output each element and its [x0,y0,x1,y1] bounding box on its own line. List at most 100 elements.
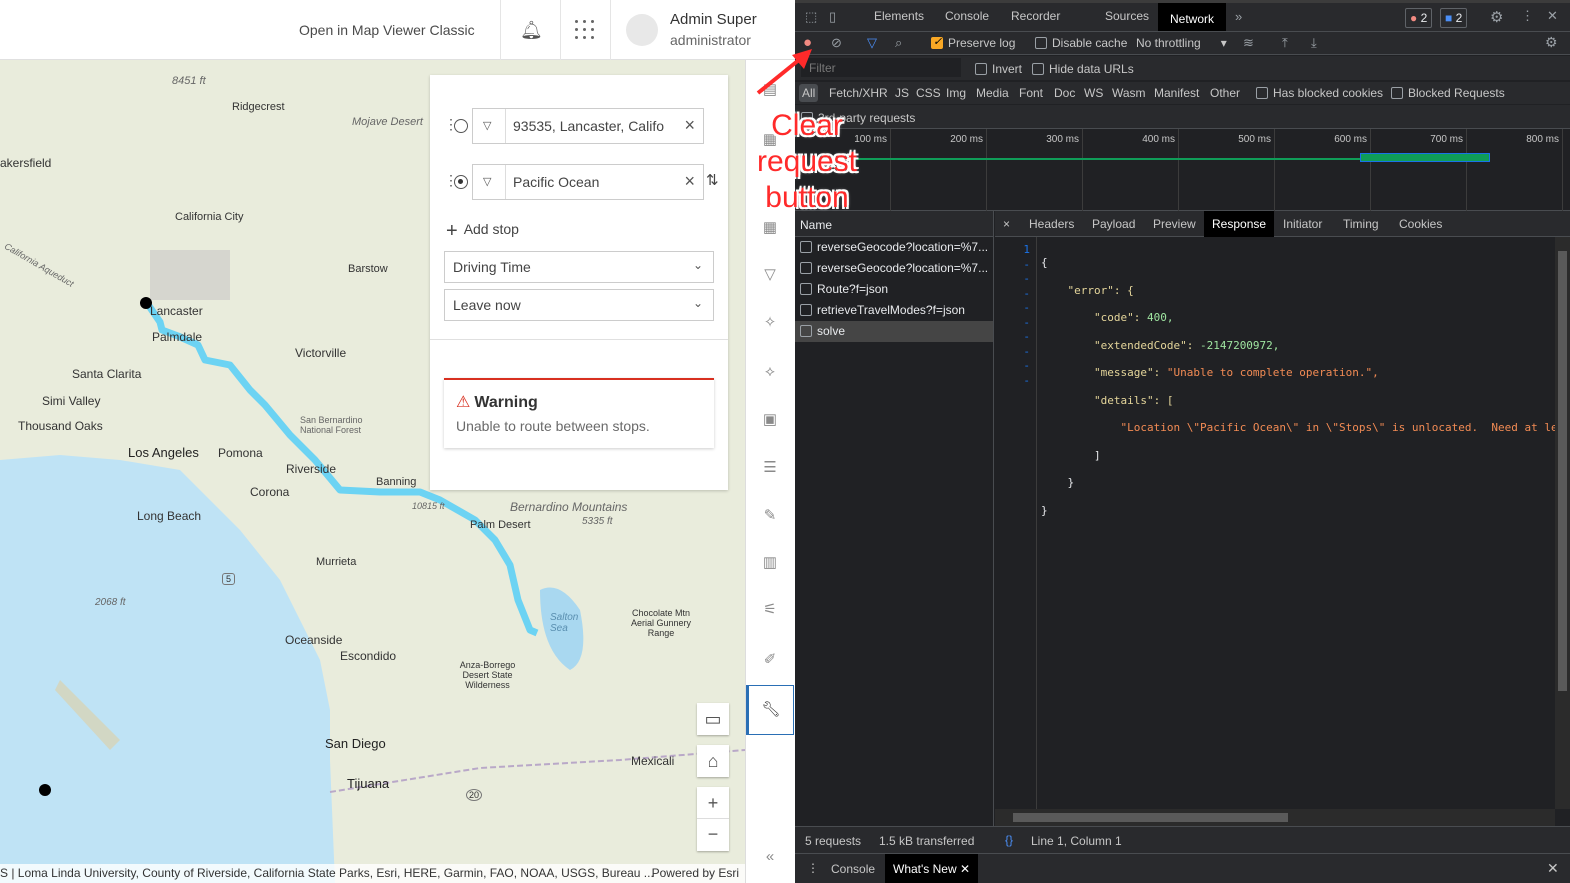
errors-badge[interactable]: ● 2 [1405,8,1433,28]
type-manifest[interactable]: Manifest [1154,86,1199,100]
stop-marker-destination[interactable] [39,784,51,796]
type-css[interactable]: CSS [916,86,941,100]
stop-value[interactable]: 93535, Lancaster, Califo [513,118,673,134]
tab-elements[interactable]: Elements [874,9,924,23]
inspect-icon[interactable]: ⬚ [805,9,817,25]
settings-gear-icon[interactable]: ⚙ [1490,8,1503,26]
drawer-tab-whats-new[interactable]: What's New ✕ [885,854,979,883]
tab-payload[interactable]: Payload [1092,217,1135,231]
avatar[interactable] [626,14,658,46]
invert-checkbox[interactable]: Invert [975,62,1022,76]
import-har-icon[interactable]: ⤒ [1282,35,1288,51]
tab-preview[interactable]: Preview [1153,217,1196,231]
request-row-selected[interactable]: solve [795,321,993,342]
type-img[interactable]: Img [946,86,966,100]
powered-by[interactable]: Powered by Esri [652,866,739,880]
horizontal-scrollbar[interactable] [995,809,1555,826]
close-devtools-icon[interactable]: ✕ [1547,8,1558,24]
tab-headers[interactable]: Headers [1029,217,1074,231]
request-row[interactable]: retrieveTravelModes?f=json [795,300,993,321]
clear-icon[interactable]: × [684,171,695,192]
disable-cache-checkbox[interactable]: Disable cache [1035,36,1127,50]
open-classic-link[interactable]: Open in Map Viewer Classic [299,22,475,38]
hide-data-urls-checkbox[interactable]: Hide data URLs [1032,62,1134,76]
timeline-tick: 600 ms [1275,129,1371,211]
messages-badge[interactable]: ■ 2 [1440,8,1468,28]
type-font[interactable]: Font [1019,86,1043,100]
type-wasm[interactable]: Wasm [1112,86,1146,100]
styles-icon[interactable]: ⟡ [746,352,794,392]
dropdown-icon[interactable]: ▽ [483,175,491,188]
dropdown-icon[interactable]: ▽ [483,119,491,132]
screen-toggle-button[interactable]: ▭ [697,703,729,735]
home-button[interactable]: ⌂ [697,745,729,777]
collapse-icon[interactable]: « [746,837,794,877]
zoom-out-button[interactable]: − [697,819,729,851]
directions-tool-icon[interactable]: 🔧︎ [746,685,794,735]
stop-input[interactable]: ▽ Pacific Ocean × [472,164,704,200]
stop-radio[interactable] [454,175,468,189]
stop-radio[interactable] [454,119,468,133]
app-launcher-icon[interactable] [575,20,595,40]
add-stop-button[interactable]: + Add stop [446,220,519,243]
drawer-menu-icon[interactable]: ⋮ [807,861,819,875]
attribution-text[interactable]: S | Loma Linda University, County of Riv… [0,866,654,880]
throttling-select[interactable]: No throttling ▾ [1136,36,1227,50]
network-settings-icon[interactable]: ⚙ [1545,34,1558,51]
measure-icon[interactable]: ✐ [746,640,794,680]
type-media[interactable]: Media [976,86,1009,100]
more-tabs-icon[interactable]: » [1235,9,1242,24]
type-fetch-xhr[interactable]: Fetch/XHR [829,86,888,100]
fields-icon[interactable]: ☰ [746,448,794,488]
device-toolbar-icon[interactable]: ▯ [829,9,836,25]
request-row[interactable]: reverseGeocode?location=%7... [795,237,993,258]
drawer-tab-console[interactable]: Console [831,862,875,876]
network-conditions-icon[interactable]: ≋ [1243,35,1254,51]
close-detail-icon[interactable]: × [1003,217,1010,231]
more-menu-icon[interactable]: ⋮ [1521,8,1534,24]
labels-icon[interactable]: ⚟ [746,590,794,630]
charts-icon[interactable]: ▥ [746,543,794,583]
filter-icon[interactable]: ▽ [746,255,794,295]
stop-input[interactable]: ▽ 93535, Lancaster, Califo × [472,108,704,144]
departure-select[interactable]: Leave now ⌄ [444,289,714,321]
preserve-log-checkbox[interactable]: Preserve log [931,35,1015,50]
plus-icon: + [446,220,458,242]
vertical-scrollbar[interactable] [1555,237,1570,809]
travel-mode-select[interactable]: Driving Time ⌄ [444,251,714,283]
type-ws[interactable]: WS [1084,86,1103,100]
has-blocked-cookies-checkbox[interactable]: Has blocked cookies [1256,86,1383,100]
type-js[interactable]: JS [895,86,909,100]
zoom-in-button[interactable]: + [697,787,729,819]
swap-stops-icon[interactable]: ⇅ [706,171,719,189]
type-doc[interactable]: Doc [1054,86,1075,100]
timeline-overview[interactable]: 100 ms 200 ms 300 ms 400 ms 500 ms 600 m… [795,129,1570,211]
export-har-icon[interactable]: ⤓ [1311,35,1317,51]
tab-cookies[interactable]: Cookies [1399,217,1442,231]
search-icon[interactable]: ⌕ [895,35,902,51]
user-name[interactable]: Admin Super [670,11,757,28]
pretty-print-icon[interactable]: {} [1005,833,1013,847]
tab-initiator[interactable]: Initiator [1283,217,1322,231]
tab-recorder[interactable]: Recorder [1011,9,1060,23]
type-other[interactable]: Other [1210,86,1240,100]
request-row[interactable]: Route?f=json [795,279,993,300]
sketch-icon[interactable]: ✎ [746,496,794,536]
close-drawer-icon[interactable]: ✕ [1547,860,1559,877]
tab-sources[interactable]: Sources [1105,9,1149,23]
tab-response[interactable]: Response [1204,211,1275,237]
clear-icon[interactable]: × [684,115,695,136]
filter-icon[interactable]: ▽ [867,35,877,51]
stop-value[interactable]: Pacific Ocean [513,174,673,190]
request-row[interactable]: reverseGeocode?location=%7... [795,258,993,279]
clear-request-button[interactable]: ⊘ [831,35,842,51]
tab-timing[interactable]: Timing [1343,217,1379,231]
notifications-bell-icon[interactable]: 🔔︎ [520,20,543,41]
tab-network[interactable]: Network [1158,3,1227,31]
popup-icon[interactable]: ▣ [746,400,794,440]
tab-console[interactable]: Console [945,9,989,23]
response-body[interactable]: 1--------- { "error": { "code": 400, "ex… [995,237,1558,809]
blocked-requests-checkbox[interactable]: Blocked Requests [1391,86,1505,100]
effects-icon[interactable]: ✧ [746,303,794,343]
filter-input[interactable]: Filter [801,58,961,77]
